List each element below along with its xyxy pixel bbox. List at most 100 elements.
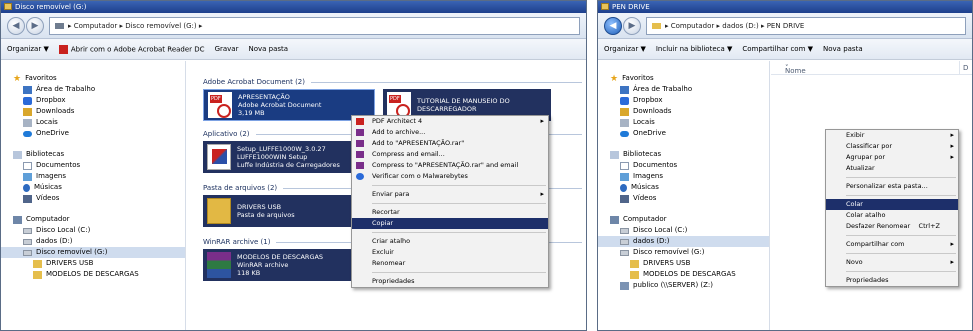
menu-refresh[interactable]: Atualizar	[826, 163, 958, 174]
nav-libraries[interactable]: Bibliotecas	[1, 149, 185, 160]
nav-favorites[interactable]: ★ Favoritos	[598, 73, 769, 84]
file-type: Pasta de arquivos	[237, 211, 295, 219]
include-library-button[interactable]: Incluir na biblioteca ▼	[656, 45, 733, 53]
folder-drivers-usb[interactable]: DRIVERS USB Pasta de arquivos	[203, 195, 355, 227]
file-modelos-rar[interactable]: MODELOS DE DESCARGAS WinRAR archive 118 KB	[203, 249, 355, 281]
burn-button[interactable]: Gravar	[215, 45, 239, 53]
setup-icon	[207, 144, 231, 170]
right-address-bar[interactable]: ▸ Computador ▸ dados (D:) ▸ PEN DRIVE	[646, 16, 966, 35]
new-folder-button[interactable]: Nova pasta	[823, 45, 863, 53]
menu-send-to[interactable]: Enviar para	[352, 189, 548, 200]
menu-undo-rename[interactable]: Desfazer Renomear Ctrl+Z	[826, 221, 958, 232]
menu-malwarebytes[interactable]: Verificar com o Malwarebytes	[352, 171, 548, 182]
nav-folder-drivers[interactable]: DRIVERS USB	[1, 258, 185, 269]
nav-label: Músicas	[631, 183, 659, 191]
column-divider[interactable]	[959, 61, 960, 74]
organize-button[interactable]: Organizar ▼	[7, 45, 49, 53]
nav-dropbox[interactable]: Dropbox	[598, 95, 769, 106]
menu-cut[interactable]: Recortar	[352, 207, 548, 218]
menu-view[interactable]: Exibir	[826, 130, 958, 141]
nav-videos[interactable]: Vídeos	[598, 193, 769, 204]
menu-add-to-rar[interactable]: Add to "APRESENTAÇÃO.rar"	[352, 138, 548, 149]
column-name[interactable]: Nome ˅	[785, 64, 806, 75]
nav-images[interactable]: Imagens	[598, 171, 769, 182]
nav-network-drive[interactable]: publico (\\SERVER) (Z:)	[598, 280, 769, 291]
forward-button[interactable]: ▶	[623, 16, 641, 35]
winrar-icon	[356, 129, 364, 136]
menu-rename[interactable]: Renomear	[352, 258, 548, 269]
file-name: DRIVERS USB	[237, 203, 282, 211]
downloads-icon	[620, 107, 629, 116]
open-with-acrobat-button[interactable]: Abrir com o Adobe Acrobat Reader DC	[58, 44, 205, 54]
nav-drive-d[interactable]: dados (D:)	[598, 236, 769, 247]
nav-documents[interactable]: Documentos	[1, 160, 185, 171]
star-icon: ★	[610, 73, 619, 84]
menu-separator	[372, 203, 546, 204]
nav-drive-g[interactable]: Disco removível (G:)	[598, 247, 769, 258]
nav-label: Vídeos	[633, 194, 657, 202]
menu-group-by[interactable]: Agrupar por	[826, 152, 958, 163]
nav-images[interactable]: Imagens	[1, 171, 185, 182]
menu-separator	[846, 195, 956, 196]
nav-computer[interactable]: Computador	[598, 214, 769, 225]
menu-new[interactable]: Novo	[826, 257, 958, 268]
nav-downloads[interactable]: Downloads	[598, 106, 769, 117]
menu-create-shortcut[interactable]: Criar atalho	[352, 236, 548, 247]
nav-folder-modelos[interactable]: MODELOS DE DESCARGAS	[598, 269, 769, 280]
nav-downloads[interactable]: Downloads	[1, 106, 185, 117]
nav-drive-c[interactable]: Disco Local (C:)	[1, 225, 185, 236]
nav-desktop[interactable]: Área de Trabalho	[598, 84, 769, 95]
menu-sort-by[interactable]: Classificar por	[826, 141, 958, 152]
menu-share-with[interactable]: Compartilhar com	[826, 239, 958, 250]
right-file-area[interactable]: Nome ˅ D Exibir Classificar por Agrupar …	[771, 61, 972, 330]
forward-button[interactable]: ▶	[26, 16, 44, 35]
nav-onedrive[interactable]: OneDrive	[1, 128, 185, 139]
file-type: Adobe Acrobat Document	[238, 101, 322, 109]
left-file-area[interactable]: Adobe Acrobat Document (2) APRESENTAÇÃOA…	[187, 61, 586, 330]
nav-videos[interactable]: Vídeos	[1, 193, 185, 204]
nav-dropbox[interactable]: Dropbox	[1, 95, 185, 106]
nav-onedrive[interactable]: OneDrive	[598, 128, 769, 139]
nav-drive-g[interactable]: Disco removível (G:)	[1, 247, 185, 258]
menu-paste[interactable]: Colar	[826, 199, 958, 210]
right-address-row: ◀ ▶ ▸ Computador ▸ dados (D:) ▸ PEN DRIV…	[598, 13, 972, 39]
menu-compress-email[interactable]: Compress and email...	[352, 149, 548, 160]
back-button[interactable]: ◀	[604, 16, 622, 35]
nav-desktop[interactable]: Área de Trabalho	[1, 84, 185, 95]
nav-drive-d[interactable]: dados (D:)	[1, 236, 185, 247]
nav-locais[interactable]: Locais	[1, 117, 185, 128]
nav-music[interactable]: Músicas	[1, 182, 185, 193]
nav-computer[interactable]: Computador	[1, 214, 185, 225]
file-setup[interactable]: Setup_LUFFE1000W_3.0.27 LUFFE1000WIN Setu…	[203, 141, 375, 173]
menu-paste-shortcut[interactable]: Colar atalho	[826, 210, 958, 221]
back-button[interactable]: ◀	[7, 16, 25, 35]
share-with-button[interactable]: Compartilhar com ▼	[742, 45, 813, 53]
winrar-icon	[356, 140, 364, 147]
menu-properties[interactable]: Propriedades	[826, 275, 958, 286]
menu-add-archive[interactable]: Add to archive...	[352, 127, 548, 138]
nav-label: Downloads	[633, 107, 672, 115]
nav-folder-modelos[interactable]: MODELOS DE DESCARGAS	[1, 269, 185, 280]
menu-customize[interactable]: Personalizar esta pasta...	[826, 181, 958, 192]
group-header[interactable]: Adobe Acrobat Document (2)	[203, 77, 582, 87]
menu-delete[interactable]: Excluir	[352, 247, 548, 258]
nav-favorites[interactable]: ★ Favoritos	[1, 73, 185, 84]
nav-locais[interactable]: Locais	[598, 117, 769, 128]
menu-compress-rar-email[interactable]: Compress to "APRESENTAÇÃO.rar" and email	[352, 160, 548, 171]
column-date[interactable]: D	[963, 64, 968, 72]
menu-copy[interactable]: Copiar	[352, 218, 548, 229]
new-folder-button[interactable]: Nova pasta	[248, 45, 288, 53]
nav-music[interactable]: Músicas	[598, 182, 769, 193]
nav-label: Disco removível (G:)	[633, 248, 705, 256]
left-address-bar[interactable]: ▸ Computador ▸ Disco removível (G:) ▸	[49, 16, 580, 35]
nav-label: Músicas	[34, 183, 62, 191]
nav-libraries[interactable]: Bibliotecas	[598, 149, 769, 160]
menu-pdf-architect[interactable]: PDF Architect 4	[352, 116, 548, 127]
menu-properties[interactable]: Propriedades	[352, 276, 548, 287]
organize-button[interactable]: Organizar ▼	[604, 45, 646, 53]
nav-label: Downloads	[36, 107, 75, 115]
nav-documents[interactable]: Documentos	[598, 160, 769, 171]
nav-folder-drivers[interactable]: DRIVERS USB	[598, 258, 769, 269]
file-apresentacao[interactable]: APRESENTAÇÃOAdobe Acrobat Document3,19 M…	[203, 89, 375, 121]
nav-drive-c[interactable]: Disco Local (C:)	[598, 225, 769, 236]
